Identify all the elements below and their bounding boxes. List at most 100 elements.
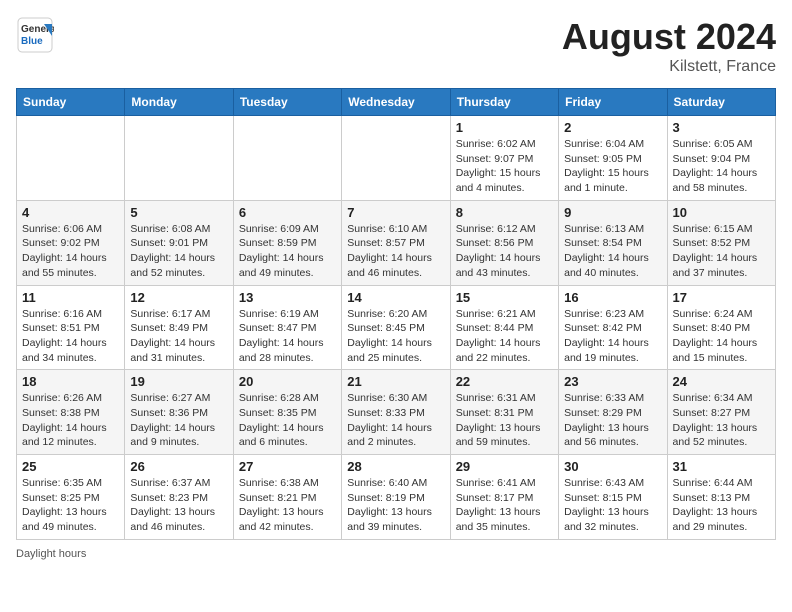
day-info: Sunrise: 6:27 AM Sunset: 8:36 PM Dayligh… (130, 391, 227, 450)
day-number: 22 (456, 374, 553, 389)
calendar-table: SundayMondayTuesdayWednesdayThursdayFrid… (16, 88, 776, 540)
day-number: 15 (456, 290, 553, 305)
day-number: 2 (564, 120, 661, 135)
day-info: Sunrise: 6:04 AM Sunset: 9:05 PM Dayligh… (564, 137, 661, 196)
day-number: 13 (239, 290, 336, 305)
calendar-cell: 6Sunrise: 6:09 AM Sunset: 8:59 PM Daylig… (233, 200, 341, 285)
day-info: Sunrise: 6:17 AM Sunset: 8:49 PM Dayligh… (130, 307, 227, 366)
day-info: Sunrise: 6:40 AM Sunset: 8:19 PM Dayligh… (347, 476, 444, 535)
day-number: 6 (239, 205, 336, 220)
location-subtitle: Kilstett, France (562, 58, 776, 76)
calendar-week-row: 1 Sunrise: 6:02 AM Sunset: 9:07 PM Daylig… (17, 116, 776, 201)
day-info: Sunrise: 6:44 AM Sunset: 8:13 PM Dayligh… (673, 476, 770, 535)
day-of-week-header: Saturday (667, 89, 775, 116)
day-info: Sunrise: 6:21 AM Sunset: 8:44 PM Dayligh… (456, 307, 553, 366)
calendar-cell: 5 Sunrise: 6:08 AM Sunset: 9:01 PM Daylig… (125, 200, 233, 285)
day-info: Sunrise: 6:23 AM Sunset: 8:42 PM Dayligh… (564, 307, 661, 366)
day-of-week-header: Monday (125, 89, 233, 116)
day-of-week-header: Thursday (450, 89, 558, 116)
day-info: Sunrise: 6:05 AM Sunset: 9:04 PM Dayligh… (673, 137, 770, 196)
day-number: 12 (130, 290, 227, 305)
title-block: August 2024 Kilstett, France (562, 16, 776, 76)
day-number: 10 (673, 205, 770, 220)
calendar-cell: 13 Sunrise: 6:19 AM Sunset: 8:47 PM Dayli… (233, 285, 341, 370)
day-info: Sunrise: 6:41 AM Sunset: 8:17 PM Dayligh… (456, 476, 553, 535)
day-info: Sunrise: 6:12 AM Sunset: 8:56 PM Dayligh… (456, 222, 553, 281)
day-number: 7 (347, 205, 444, 220)
day-number: 25 (22, 459, 119, 474)
day-number: 28 (347, 459, 444, 474)
calendar-week-row: 18 Sunrise: 6:26 AM Sunset: 8:38 PM Dayli… (17, 370, 776, 455)
day-of-week-header: Sunday (17, 89, 125, 116)
logo-icon: General Blue (16, 16, 54, 54)
calendar-cell: 1 Sunrise: 6:02 AM Sunset: 9:07 PM Daylig… (450, 116, 558, 201)
day-number: 30 (564, 459, 661, 474)
calendar-cell: 20 Sunrise: 6:28 AM Sunset: 8:35 PM Dayli… (233, 370, 341, 455)
calendar-cell (233, 116, 341, 201)
day-info: Sunrise: 6:08 AM Sunset: 9:01 PM Dayligh… (130, 222, 227, 281)
day-info: Sunrise: 6:31 AM Sunset: 8:31 PM Dayligh… (456, 391, 553, 450)
day-of-week-header: Wednesday (342, 89, 450, 116)
day-info: Sunrise: 6:34 AM Sunset: 8:27 PM Dayligh… (673, 391, 770, 450)
svg-text:Blue: Blue (21, 36, 43, 47)
calendar-cell (125, 116, 233, 201)
day-info: Sunrise: 6:24 AM Sunset: 8:40 PM Dayligh… (673, 307, 770, 366)
day-info: Sunrise: 6:10 AM Sunset: 8:57 PM Dayligh… (347, 222, 444, 281)
day-info: Sunrise: 6:38 AM Sunset: 8:21 PM Dayligh… (239, 476, 336, 535)
calendar-cell: 11 Sunrise: 6:16 AM Sunset: 8:51 PM Dayli… (17, 285, 125, 370)
day-number: 4 (22, 205, 119, 220)
calendar-cell: 16 Sunrise: 6:23 AM Sunset: 8:42 PM Dayli… (559, 285, 667, 370)
page-header: General Blue August 2024 Kilstett, Franc… (16, 16, 776, 76)
day-number: 31 (673, 459, 770, 474)
day-info: Sunrise: 6:16 AM Sunset: 8:51 PM Dayligh… (22, 307, 119, 366)
day-number: 18 (22, 374, 119, 389)
day-info: Sunrise: 6:15 AM Sunset: 8:52 PM Dayligh… (673, 222, 770, 281)
calendar-cell: 2 Sunrise: 6:04 AM Sunset: 9:05 PM Daylig… (559, 116, 667, 201)
day-info: Sunrise: 6:35 AM Sunset: 8:25 PM Dayligh… (22, 476, 119, 535)
calendar-cell: 17 Sunrise: 6:24 AM Sunset: 8:40 PM Dayli… (667, 285, 775, 370)
day-number: 5 (130, 205, 227, 220)
calendar-cell: 7 Sunrise: 6:10 AM Sunset: 8:57 PM Daylig… (342, 200, 450, 285)
footer: Daylight hours (16, 548, 776, 560)
day-of-week-header: Tuesday (233, 89, 341, 116)
day-info: Sunrise: 6:26 AM Sunset: 8:38 PM Dayligh… (22, 391, 119, 450)
calendar-cell: 9 Sunrise: 6:13 AM Sunset: 8:54 PM Daylig… (559, 200, 667, 285)
day-number: 23 (564, 374, 661, 389)
calendar-cell: 23Sunrise: 6:33 AM Sunset: 8:29 PM Dayli… (559, 370, 667, 455)
day-number: 21 (347, 374, 444, 389)
day-number: 9 (564, 205, 661, 220)
calendar-cell: 25 Sunrise: 6:35 AM Sunset: 8:25 PM Dayli… (17, 455, 125, 540)
day-number: 17 (673, 290, 770, 305)
calendar-cell: 19 Sunrise: 6:27 AM Sunset: 8:36 PM Dayli… (125, 370, 233, 455)
day-info: Sunrise: 6:28 AM Sunset: 8:35 PM Dayligh… (239, 391, 336, 450)
day-info: Sunrise: 6:06 AM Sunset: 9:02 PM Dayligh… (22, 222, 119, 281)
calendar-cell: 30 Sunrise: 6:43 AM Sunset: 8:15 PM Dayli… (559, 455, 667, 540)
day-info: Sunrise: 6:43 AM Sunset: 8:15 PM Dayligh… (564, 476, 661, 535)
calendar-cell: 10 Sunrise: 6:15 AM Sunset: 8:52 PM Dayli… (667, 200, 775, 285)
logo: General Blue (16, 16, 54, 54)
day-number: 3 (673, 120, 770, 135)
calendar-cell: 24Sunrise: 6:34 AM Sunset: 8:27 PM Dayli… (667, 370, 775, 455)
day-info: Sunrise: 6:30 AM Sunset: 8:33 PM Dayligh… (347, 391, 444, 450)
daylight-label: Daylight hours (16, 548, 86, 560)
calendar-cell: 18 Sunrise: 6:26 AM Sunset: 8:38 PM Dayli… (17, 370, 125, 455)
month-year-title: August 2024 (562, 16, 776, 58)
day-number: 20 (239, 374, 336, 389)
calendar-cell: 12 Sunrise: 6:17 AM Sunset: 8:49 PM Dayli… (125, 285, 233, 370)
calendar-cell: 22 Sunrise: 6:31 AM Sunset: 8:31 PM Dayli… (450, 370, 558, 455)
day-number: 8 (456, 205, 553, 220)
day-number: 29 (456, 459, 553, 474)
day-number: 16 (564, 290, 661, 305)
calendar-cell: 31 Sunrise: 6:44 AM Sunset: 8:13 PM Dayli… (667, 455, 775, 540)
day-number: 19 (130, 374, 227, 389)
day-number: 1 (456, 120, 553, 135)
day-number: 27 (239, 459, 336, 474)
day-info: Sunrise: 6:13 AM Sunset: 8:54 PM Dayligh… (564, 222, 661, 281)
day-number: 14 (347, 290, 444, 305)
calendar-cell: 26Sunrise: 6:37 AM Sunset: 8:23 PM Dayli… (125, 455, 233, 540)
day-info: Sunrise: 6:19 AM Sunset: 8:47 PM Dayligh… (239, 307, 336, 366)
day-of-week-header: Friday (559, 89, 667, 116)
day-number: 26 (130, 459, 227, 474)
day-number: 11 (22, 290, 119, 305)
day-info: Sunrise: 6:02 AM Sunset: 9:07 PM Dayligh… (456, 137, 553, 196)
